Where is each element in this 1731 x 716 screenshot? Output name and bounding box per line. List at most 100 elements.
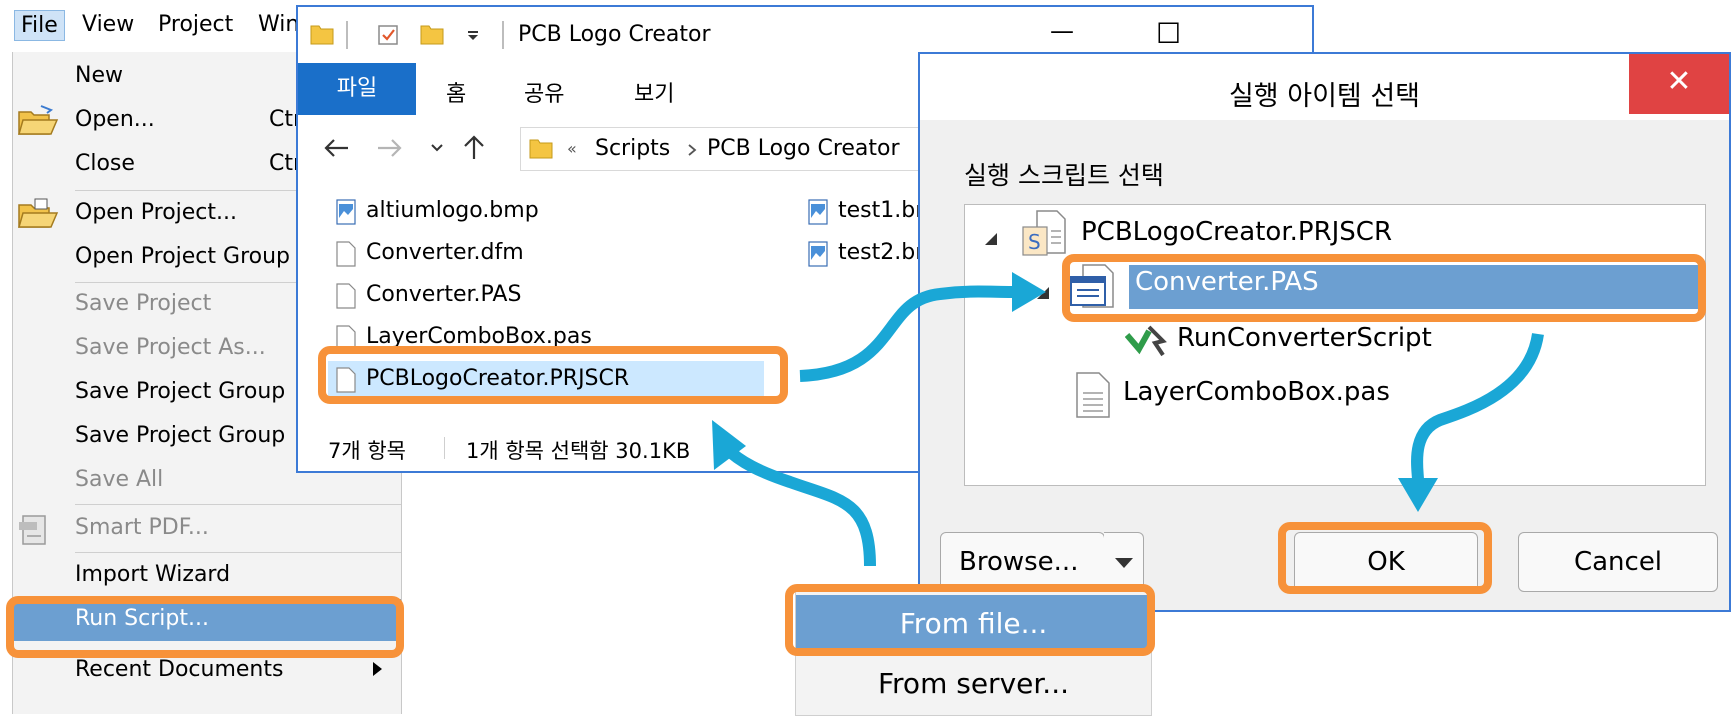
menu-item-label: Save Project xyxy=(75,291,212,316)
file-name: Converter.PAS xyxy=(366,282,522,307)
menu-separator xyxy=(75,504,401,505)
pascal-file-icon xyxy=(1076,372,1110,418)
file-item[interactable]: altiumlogo.bmp xyxy=(328,193,748,231)
menu-item-label: Save Project As... xyxy=(75,335,266,360)
file-item[interactable]: Converter.PAS xyxy=(328,277,748,315)
menu-item-label: Run Script... xyxy=(75,606,209,631)
select-run-item-dialog: 실행 아이템 선택 ✕ 실행 스크립트 선택 S PCBLogoCreator.… xyxy=(918,52,1731,612)
menu-item-from-file[interactable]: From file... xyxy=(796,595,1151,653)
toolbar-divider xyxy=(346,21,348,49)
expanded-triangle-icon[interactable] xyxy=(1035,285,1051,301)
folder-icon xyxy=(529,139,553,159)
explorer-title: PCB Logo Creator xyxy=(518,22,711,47)
file-name: test1.br xyxy=(838,198,925,223)
tree-node-file[interactable]: LayerComboBox.pas xyxy=(1123,377,1390,407)
tab-home[interactable]: 홈 xyxy=(446,76,466,108)
pascal-form-file-icon xyxy=(1070,264,1114,308)
menu-project[interactable]: Project xyxy=(158,12,233,37)
menu-item-label: Import Wizard xyxy=(75,562,231,587)
bitmap-file-icon xyxy=(808,241,828,267)
dialog-title: 실행 아이템 선택 xyxy=(1228,81,1421,112)
menu-item-from-server[interactable]: From server... xyxy=(796,655,1151,713)
browse-dropdown-button[interactable] xyxy=(1104,532,1144,592)
status-selection: 1개 항목 선택함 30.1KB xyxy=(466,439,691,463)
folder-icon xyxy=(310,25,334,45)
quick-access-dropdown-icon[interactable] xyxy=(466,31,480,41)
menu-item-label: New xyxy=(75,63,123,88)
breadcrumb-current[interactable]: PCB Logo Creator xyxy=(707,136,900,161)
document-file-icon xyxy=(336,367,356,393)
file-name: altiumlogo.bmp xyxy=(366,198,539,223)
breadcrumb-scripts[interactable]: Scripts xyxy=(595,136,670,161)
cancel-button[interactable]: Cancel xyxy=(1518,532,1718,592)
maximize-button[interactable]: ☐ xyxy=(1156,17,1181,50)
file-item[interactable]: LayerComboBox.pas xyxy=(328,319,748,357)
browse-button[interactable]: Browse... xyxy=(940,532,1110,592)
script-tree: S PCBLogoCreator.PRJSCR Converter.PAS Ru… xyxy=(964,204,1706,486)
breadcrumb-overflow[interactable]: « xyxy=(567,139,577,158)
menu-view[interactable]: View xyxy=(82,12,134,37)
document-file-icon xyxy=(336,241,356,267)
up-arrow-icon[interactable] xyxy=(462,133,486,161)
minimize-button[interactable]: — xyxy=(1050,17,1074,45)
menu-file[interactable]: File xyxy=(14,10,65,41)
file-name: Converter.dfm xyxy=(366,240,524,265)
menu-item-import-wizard[interactable]: Import Wizard xyxy=(13,555,401,597)
tree-node-procedure[interactable]: RunConverterScript xyxy=(1177,323,1432,353)
file-name: LayerComboBox.pas xyxy=(366,324,592,349)
ok-button[interactable]: OK xyxy=(1294,532,1478,592)
menu-item-label: Recent Documents xyxy=(75,657,284,682)
browse-button-label: Browse... xyxy=(959,547,1079,577)
status-divider xyxy=(444,437,445,459)
tab-view[interactable]: 보기 xyxy=(634,76,674,108)
open-folder-icon xyxy=(18,105,59,135)
menu-item-label: Open Project... xyxy=(75,200,238,225)
menu-item-label: Save Project Group xyxy=(75,379,286,404)
status-item-count: 7개 항목 xyxy=(328,439,406,463)
tree-node-file-selected[interactable]: Converter.PAS xyxy=(1129,265,1699,309)
file-item-selected[interactable]: PCBLogoCreator.PRJSCR xyxy=(328,361,764,399)
file-name: PCBLogoCreator.PRJSCR xyxy=(366,366,630,391)
menu-item-label: Save All xyxy=(75,467,164,492)
back-arrow-icon[interactable] xyxy=(322,137,350,159)
menu-separator xyxy=(75,552,401,553)
menu-item-label: Open Project Group xyxy=(75,244,290,269)
submenu-arrow-icon xyxy=(373,662,382,676)
dialog-close-button[interactable]: ✕ xyxy=(1629,54,1729,114)
menu-item-label: Smart PDF... xyxy=(75,515,209,540)
menu-item-label: Close xyxy=(75,151,135,176)
toolbar-divider xyxy=(502,21,504,49)
bitmap-file-icon xyxy=(808,199,828,225)
file-item[interactable]: test2.br xyxy=(800,235,930,273)
file-name: test2.br xyxy=(838,240,925,265)
breadcrumb-separator-icon xyxy=(688,144,697,156)
dialog-titlebar: 실행 아이템 선택 ✕ xyxy=(920,54,1729,120)
document-file-icon xyxy=(336,325,356,351)
menu-item-recent-documents[interactable]: Recent Documents xyxy=(13,650,401,692)
bitmap-file-icon xyxy=(336,199,356,225)
menu-item-smart-pdf[interactable]: Smart PDF... xyxy=(13,508,401,550)
properties-check-icon[interactable] xyxy=(376,23,400,47)
menu-window[interactable]: Win xyxy=(258,12,299,37)
browse-dropdown-menu: From file... From server... xyxy=(795,590,1152,716)
file-item[interactable]: Converter.dfm xyxy=(328,235,748,273)
tab-file[interactable]: 파일 xyxy=(298,63,416,115)
menu-item-run-script[interactable]: Run Script... xyxy=(13,599,401,641)
dialog-subtitle: 실행 스크립트 선택 xyxy=(964,161,1164,190)
tree-node-project[interactable]: PCBLogoCreator.PRJSCR xyxy=(1081,217,1392,247)
svg-text:S: S xyxy=(1028,230,1041,254)
menu-item-label: Open... xyxy=(75,107,155,132)
chevron-down-icon xyxy=(1115,558,1133,568)
document-file-icon xyxy=(336,283,356,309)
forward-arrow-icon[interactable] xyxy=(376,137,404,159)
file-item[interactable]: test1.br xyxy=(800,193,930,231)
smart-pdf-icon xyxy=(19,515,46,545)
tab-share[interactable]: 공유 xyxy=(524,76,564,108)
script-project-icon: S xyxy=(1022,210,1066,256)
new-folder-icon[interactable] xyxy=(420,23,444,45)
procedure-arrow-icon xyxy=(1125,325,1167,357)
menu-item-label: Save Project Group xyxy=(75,423,286,448)
expanded-triangle-icon[interactable] xyxy=(983,231,999,247)
open-project-icon xyxy=(18,198,59,228)
recent-locations-chevron-icon[interactable] xyxy=(430,143,444,153)
